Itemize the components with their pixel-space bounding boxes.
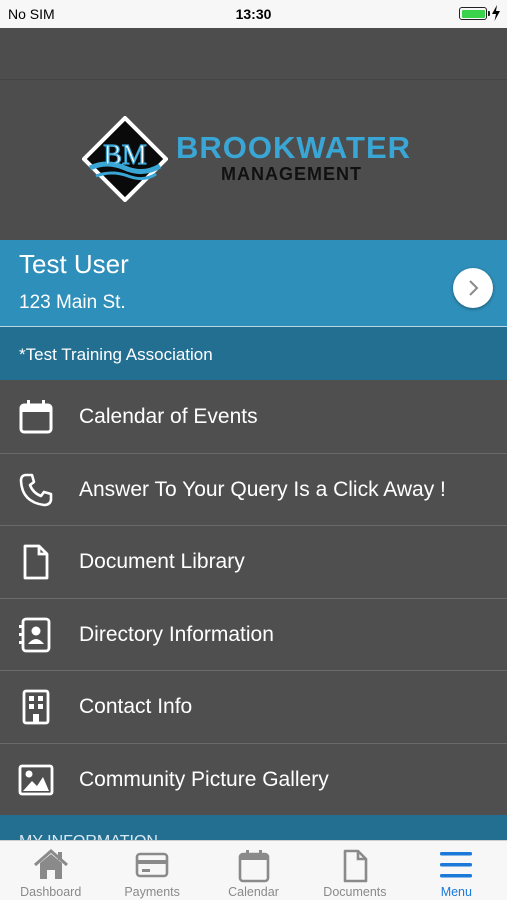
charging-icon bbox=[492, 5, 500, 21]
tab-label: Dashboard bbox=[20, 885, 82, 899]
profile-details-button[interactable] bbox=[453, 268, 493, 308]
menu-item-query[interactable]: Answer To Your Query Is a Click Away ! bbox=[0, 453, 507, 526]
chevron-right-icon bbox=[469, 280, 479, 296]
hamburger-menu-icon bbox=[440, 852, 473, 878]
user-name: Test User bbox=[19, 249, 129, 279]
clock: 13:30 bbox=[235, 6, 272, 22]
calendar-icon bbox=[19, 400, 53, 434]
tab-dashboard[interactable]: Dashboard bbox=[0, 841, 101, 900]
brand-subtitle: MANAGEMENT bbox=[221, 164, 362, 184]
credit-card-icon bbox=[135, 852, 169, 878]
home-icon bbox=[33, 849, 68, 879]
battery-icon bbox=[459, 7, 490, 20]
brand-monogram: BM bbox=[103, 140, 147, 171]
tab-label: Menu bbox=[440, 885, 472, 899]
tab-label: Calendar bbox=[228, 885, 279, 899]
menu-item-label: Document Library bbox=[79, 550, 245, 573]
menu-item-label: Calendar of Events bbox=[79, 405, 258, 428]
menu-item-picture-gallery[interactable]: Community Picture Gallery bbox=[0, 743, 507, 816]
calendar-icon bbox=[238, 850, 269, 883]
phone-icon bbox=[19, 473, 53, 506]
user-profile-card[interactable]: Test User 123 Main St. bbox=[0, 240, 507, 326]
menu-item-label: Community Picture Gallery bbox=[79, 767, 329, 791]
tab-payments[interactable]: Payments bbox=[101, 841, 202, 900]
user-address: 123 Main St. bbox=[19, 292, 126, 313]
brand-logo-icon: BM bbox=[82, 116, 168, 202]
menu-list: Calendar of Events Answer To Your Query … bbox=[0, 381, 507, 816]
menu-item-calendar-of-events[interactable]: Calendar of Events bbox=[0, 381, 507, 454]
association-selector[interactable]: *Test Training Association bbox=[0, 326, 507, 380]
navigation-bar bbox=[0, 28, 507, 80]
menu-item-label: Answer To Your Query Is a Click Away ! bbox=[79, 477, 446, 501]
tab-label: Documents bbox=[323, 885, 387, 899]
document-icon bbox=[23, 544, 49, 580]
tab-label: Payments bbox=[124, 885, 180, 899]
image-icon bbox=[18, 764, 54, 795]
contact-card-icon bbox=[19, 617, 51, 652]
association-label: *Test Training Association bbox=[19, 345, 213, 364]
menu-item-label: Directory Information bbox=[79, 622, 274, 646]
tab-menu[interactable]: Menu bbox=[406, 841, 507, 900]
tab-bar: Dashboard Payments Calendar Documents Me… bbox=[0, 840, 507, 900]
menu-item-document-library[interactable]: Document Library bbox=[0, 526, 507, 599]
building-icon bbox=[22, 689, 50, 725]
brand-header: BM BROOKWATER MANAGEMENT bbox=[0, 80, 507, 240]
menu-item-label: Contact Info bbox=[79, 695, 193, 718]
document-icon bbox=[343, 849, 368, 883]
brand-title: BROOKWATER bbox=[176, 130, 412, 165]
status-bar: No SIM 13:30 bbox=[0, 0, 507, 28]
tab-documents[interactable]: Documents bbox=[304, 841, 405, 900]
menu-item-directory-information[interactable]: Directory Information bbox=[0, 598, 507, 671]
menu-item-contact-info[interactable]: Contact Info bbox=[0, 671, 507, 744]
tab-calendar[interactable]: Calendar bbox=[203, 841, 304, 900]
